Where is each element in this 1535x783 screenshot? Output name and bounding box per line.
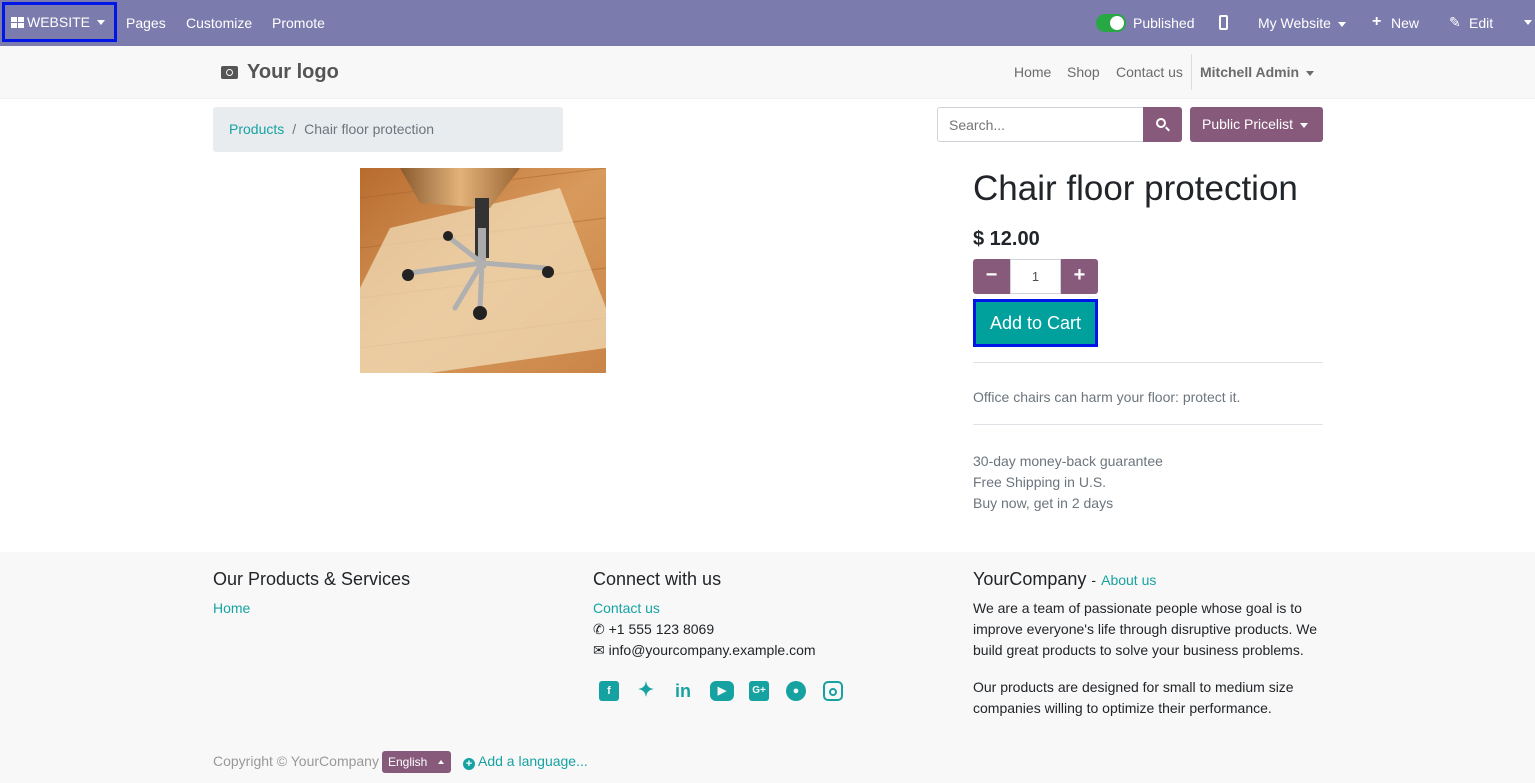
website-menu-label: WEBSITE	[27, 14, 91, 30]
breadcrumb-separator: /	[292, 121, 297, 137]
phone-icon: ✆	[593, 621, 605, 637]
language-selector[interactable]: English	[382, 751, 451, 773]
quantity-decrease-button[interactable]: −	[973, 259, 1010, 294]
nav-contact-us[interactable]: Contact us	[1116, 64, 1183, 80]
search-input[interactable]	[937, 107, 1144, 142]
perk-item: Free Shipping in U.S.	[973, 474, 1107, 490]
language-label: English	[388, 755, 428, 769]
github-icon[interactable]: ●	[786, 681, 806, 701]
caret-down-icon[interactable]	[1524, 20, 1532, 25]
footer-phone: ✆ +1 555 123 8069	[593, 621, 714, 638]
add-to-cart-button[interactable]: Add to Cart	[973, 299, 1098, 347]
add-language-label: Add a language...	[478, 753, 588, 769]
caret-down-icon	[97, 19, 106, 25]
breadcrumb-current: Chair floor protection	[304, 121, 435, 137]
caret-up-icon	[438, 760, 444, 764]
product-perks: 30-day money-back guarantee Free Shippin…	[973, 451, 1163, 514]
quantity-input[interactable]	[1010, 259, 1061, 294]
perk-item: 30-day money-back guarantee	[973, 453, 1163, 469]
footer-about-text-2: Our products are designed for small to m…	[973, 679, 1294, 716]
mobile-preview-icon[interactable]	[1219, 15, 1228, 30]
quantity-increase-button[interactable]: +	[1061, 259, 1098, 294]
footer-connect-heading: Connect with us	[593, 569, 722, 589]
add-language-link[interactable]: + Add a language...	[463, 753, 588, 770]
logo-text: Your logo	[247, 61, 339, 83]
google-plus-icon[interactable]: G+	[749, 681, 769, 701]
promote-menu[interactable]: Promote	[272, 15, 325, 31]
caret-down-icon	[1337, 21, 1346, 27]
nav-home[interactable]: Home	[1014, 64, 1051, 80]
twitter-icon[interactable]: ✦	[636, 681, 656, 701]
publish-toggle[interactable]	[1096, 14, 1126, 32]
pricelist-label: Public Pricelist	[1202, 116, 1294, 132]
website-menu-button[interactable]: WEBSITE	[2, 2, 117, 42]
new-button[interactable]: New	[1391, 15, 1419, 31]
footer-home-link[interactable]: Home	[213, 600, 250, 616]
plus-circle-icon: +	[463, 758, 475, 770]
company-name: YourCompany	[973, 569, 1087, 589]
divider	[973, 362, 1323, 363]
product-title: Chair floor protection	[973, 169, 1298, 208]
footer-contact-link[interactable]: Contact us	[593, 600, 660, 616]
footer-about-text: We are a team of passionate people whose…	[973, 600, 1318, 658]
footer-company-heading: YourCompany - About us	[973, 569, 1156, 590]
perk-item: Buy now, get in 2 days	[973, 495, 1114, 511]
search-icon	[1156, 118, 1166, 128]
admin-navbar: WEBSITE Pages Customize Promote Publishe…	[0, 0, 1535, 46]
footer-products-heading: Our Products & Services	[213, 569, 411, 589]
product-image[interactable]	[360, 168, 606, 373]
site-logo[interactable]: Your logo	[221, 61, 339, 84]
breadcrumb-products-link[interactable]: Products	[229, 121, 284, 137]
heading-dash: -	[1091, 572, 1097, 588]
site-header: Your logo Home Shop Contact us Mitchell …	[0, 46, 1535, 99]
instagram-icon[interactable]	[823, 681, 843, 701]
breadcrumb: Products / Chair floor protection	[213, 107, 563, 152]
my-website-label: My Website	[1258, 15, 1331, 31]
edit-button[interactable]: Edit	[1469, 15, 1493, 31]
pages-menu[interactable]: Pages	[126, 15, 166, 31]
youtube-icon[interactable]: ▶	[710, 681, 734, 701]
published-label[interactable]: Published	[1133, 15, 1195, 31]
copyright-text: Copyright © YourCompany	[213, 753, 379, 769]
envelope-icon: ✉	[593, 642, 605, 658]
user-menu[interactable]: Mitchell Admin	[1200, 64, 1315, 80]
divider	[973, 424, 1323, 425]
customize-menu[interactable]: Customize	[186, 15, 252, 31]
nav-divider	[1191, 54, 1192, 90]
apps-grid-icon	[11, 16, 24, 28]
caret-down-icon	[1306, 70, 1315, 76]
facebook-icon[interactable]: f	[599, 681, 619, 701]
nav-shop[interactable]: Shop	[1067, 64, 1100, 80]
caret-down-icon	[1300, 122, 1309, 128]
phone-number: +1 555 123 8069	[608, 621, 715, 637]
pricelist-dropdown[interactable]: Public Pricelist	[1190, 107, 1323, 142]
email-address: info@yourcompany.example.com	[608, 642, 816, 658]
product-price: $ 12.00	[973, 228, 1040, 250]
chair-mat-photo	[360, 168, 606, 373]
footer-about-link[interactable]: About us	[1101, 572, 1156, 588]
camera-icon	[221, 66, 238, 79]
my-website-menu[interactable]: My Website	[1258, 15, 1346, 31]
linkedin-icon[interactable]: in	[673, 681, 693, 701]
plus-icon: +	[1372, 13, 1382, 30]
pencil-icon: ✎	[1449, 14, 1461, 30]
user-name: Mitchell Admin	[1200, 64, 1300, 80]
search-button[interactable]	[1143, 107, 1182, 142]
product-description: Office chairs can harm your floor: prote…	[973, 389, 1241, 405]
footer-email: ✉ info@yourcompany.example.com	[593, 642, 816, 659]
